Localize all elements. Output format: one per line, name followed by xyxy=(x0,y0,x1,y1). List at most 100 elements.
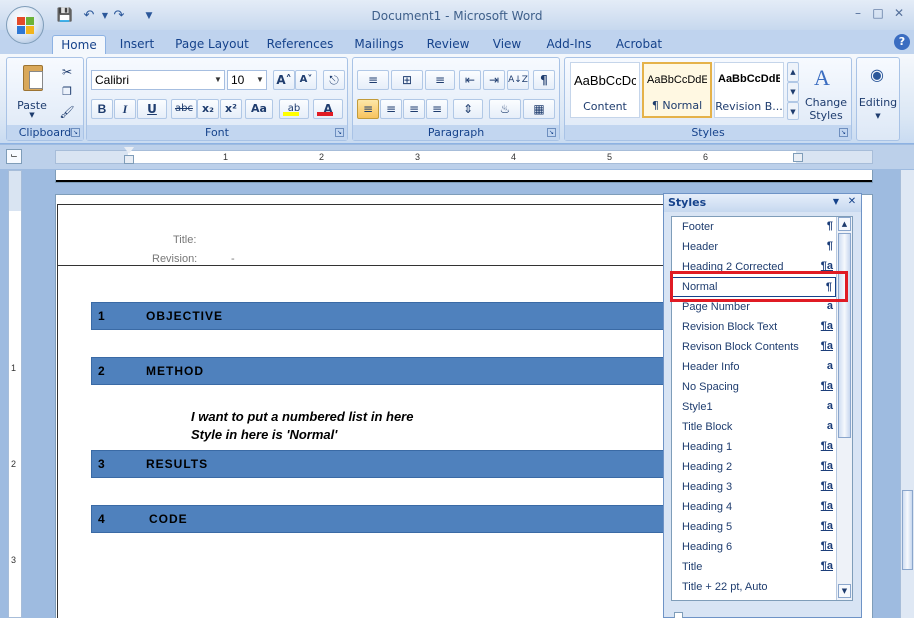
scroll-down-icon[interactable]: ▼ xyxy=(838,584,851,598)
close-icon[interactable]: ✕ xyxy=(846,195,858,209)
list-item[interactable]: Revison Block Contents ¶a xyxy=(672,337,836,357)
tab-page-layout[interactable]: Page Layout xyxy=(174,35,250,54)
subscript-button[interactable]: x₂ xyxy=(197,99,219,119)
revision-label: Revision: xyxy=(152,253,198,265)
horizontal-ruler[interactable]: ⌙ 1 2 3 4 5 6 xyxy=(0,145,914,169)
align-left-icon[interactable]: ≡ xyxy=(357,99,379,119)
ruler-number: 3 xyxy=(415,152,421,162)
vertical-ruler[interactable]: 1 2 3 xyxy=(8,170,22,618)
style-item-name: Style1 xyxy=(682,401,713,413)
tab-view[interactable]: View xyxy=(488,35,526,54)
numbering-icon[interactable]: ⊞ xyxy=(391,70,423,90)
list-item[interactable]: Heading 1 ¶a xyxy=(672,437,836,457)
bold-button[interactable]: B xyxy=(91,99,113,119)
align-right-icon[interactable]: ≡ xyxy=(403,99,425,119)
ruler-number: 2 xyxy=(319,152,325,162)
sort-button[interactable]: A↓Z xyxy=(507,70,529,90)
tab-selector-icon[interactable]: ⌙ xyxy=(6,149,22,164)
shading-icon[interactable]: ♨ xyxy=(489,99,521,119)
underline-button[interactable]: U xyxy=(137,99,167,119)
tab-mailings[interactable]: Mailings xyxy=(350,35,408,54)
right-indent-handle[interactable] xyxy=(793,153,803,162)
pane-options-icon[interactable]: ▼ xyxy=(830,195,842,209)
list-item[interactable]: Header ¶ xyxy=(672,237,836,257)
grow-font-button[interactable]: A˄ xyxy=(273,70,295,90)
list-item[interactable]: Heading 6 ¶a xyxy=(672,537,836,557)
office-button[interactable] xyxy=(6,6,44,44)
list-item[interactable]: Header Info a xyxy=(672,357,836,377)
change-styles-button[interactable]: A Change Styles xyxy=(803,62,849,124)
minimize-button[interactable]: – xyxy=(848,6,868,22)
decrease-indent-icon[interactable]: ⇤ xyxy=(459,70,481,90)
font-name-combo[interactable]: Calibri ▼ xyxy=(91,70,225,90)
list-item[interactable]: Heading 3 ¶a xyxy=(672,477,836,497)
clipboard-launcher-icon[interactable]: ↘ xyxy=(71,128,80,137)
line-spacing-icon[interactable]: ⇕ xyxy=(453,99,483,119)
heading-method[interactable]: 2 METHOD xyxy=(91,357,677,385)
scroll-up-icon[interactable]: ▲ xyxy=(838,217,851,231)
shrink-font-button[interactable]: A˅ xyxy=(295,70,317,90)
left-indent-handle[interactable] xyxy=(124,155,134,164)
show-preview-checkbox[interactable] xyxy=(674,612,683,618)
list-item[interactable]: Title + 22 pt, Auto xyxy=(672,577,836,597)
highlight-button[interactable]: ab xyxy=(279,99,309,119)
tab-review[interactable]: Review xyxy=(422,35,474,54)
editing-button[interactable]: ◉ Editing ▼ xyxy=(859,62,897,124)
paragraph-launcher-icon[interactable]: ↘ xyxy=(547,128,556,137)
copy-icon[interactable]: ❐ xyxy=(57,82,77,100)
increase-indent-icon[interactable]: ⇥ xyxy=(483,70,505,90)
font-group-label: Font xyxy=(87,125,347,140)
italic-button[interactable]: I xyxy=(114,99,136,119)
tab-references[interactable]: References xyxy=(266,35,334,54)
font-size-combo[interactable]: 10 ▼ xyxy=(227,70,267,90)
previous-page-bottom xyxy=(55,170,873,183)
style-item-name: Revison Block Contents xyxy=(682,341,799,353)
list-item[interactable]: Title Block a xyxy=(672,417,836,437)
cut-icon[interactable]: ✂ xyxy=(57,62,77,80)
borders-icon[interactable]: ▦ xyxy=(523,99,555,119)
font-launcher-icon[interactable]: ↘ xyxy=(335,128,344,137)
document-scroll-thumb[interactable] xyxy=(902,490,913,570)
list-item[interactable]: Heading 5 ¶a xyxy=(672,517,836,537)
help-icon[interactable]: ? xyxy=(894,34,910,50)
maximize-button[interactable]: □ xyxy=(868,6,888,22)
list-item[interactable]: Footer ¶ xyxy=(672,217,836,237)
strikethrough-button[interactable]: abc xyxy=(171,99,197,119)
format-painter-icon[interactable]: 🖌 xyxy=(57,102,77,120)
tab-acrobat[interactable]: Acrobat xyxy=(612,35,666,54)
list-item[interactable]: Revision Block Text ¶a xyxy=(672,317,836,337)
list-item[interactable]: Style1 a xyxy=(672,397,836,417)
show-hide-button[interactable]: ¶ xyxy=(533,70,555,90)
first-line-indent-handle[interactable] xyxy=(124,147,134,155)
note-line-1[interactable]: I want to put a numbered list in here xyxy=(191,409,413,424)
heading-code[interactable]: 4 CODE xyxy=(91,505,677,533)
tab-home[interactable]: Home xyxy=(52,35,106,54)
multilevel-list-icon[interactable]: ≡ xyxy=(425,70,455,90)
align-center-icon[interactable]: ≡ xyxy=(380,99,402,119)
heading-objective[interactable]: 1 OBJECTIVE xyxy=(91,302,677,330)
bullets-icon[interactable]: ≡ xyxy=(357,70,389,90)
note-line-2[interactable]: Style in here is 'Normal' xyxy=(191,427,337,442)
paste-button[interactable]: Paste ▼ xyxy=(12,60,52,119)
change-case-button[interactable]: Aa xyxy=(245,99,273,119)
styles-launcher-icon[interactable]: ↘ xyxy=(839,128,848,137)
list-item[interactable]: Title ¶a xyxy=(672,557,836,577)
heading-text: METHOD xyxy=(146,364,204,378)
heading-results[interactable]: 3 RESULTS xyxy=(91,450,677,478)
tab-insert[interactable]: Insert xyxy=(114,35,160,54)
tab-add-ins[interactable]: Add-Ins xyxy=(542,35,596,54)
list-item[interactable]: Heading 4 ¶a xyxy=(672,497,836,517)
styles-list-scroll-thumb[interactable] xyxy=(838,233,851,438)
list-item[interactable]: Heading 2 ¶a xyxy=(672,457,836,477)
ruler-strip[interactable]: 1 2 3 4 5 6 xyxy=(55,147,873,164)
list-item[interactable]: No Spacing ¶a xyxy=(672,377,836,397)
close-button[interactable]: ✕ xyxy=(889,6,909,22)
style-tile-normal[interactable]: AaBbCcDdE ¶ Normal xyxy=(642,62,712,118)
justify-icon[interactable]: ≡ xyxy=(426,99,448,119)
clear-formatting-icon[interactable]: ⎋ xyxy=(323,70,345,90)
document-scrollbar[interactable] xyxy=(900,170,914,618)
font-color-button[interactable]: A xyxy=(313,99,343,119)
superscript-button[interactable]: x² xyxy=(220,99,242,119)
style-tile-content[interactable]: AaBbCcDc Content xyxy=(570,62,640,118)
style-tile-revision-b[interactable]: AaBbCcDdEe Revision B... xyxy=(714,62,784,118)
